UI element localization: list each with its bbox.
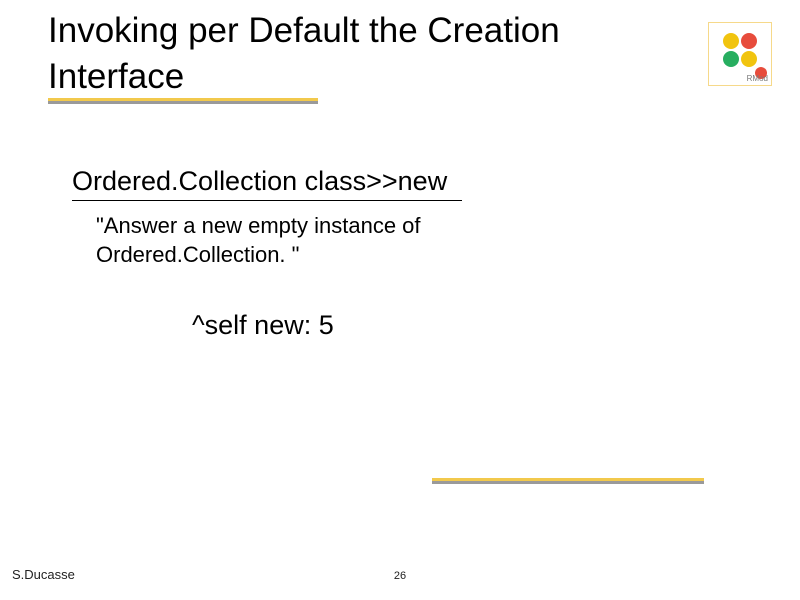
- method-comment: "Answer a new empty instance of Ordered.…: [96, 212, 536, 269]
- method-signature-underline: [72, 200, 462, 201]
- method-body-code: ^self new: 5: [192, 310, 334, 341]
- footer-author: S.Ducasse: [12, 567, 75, 582]
- title-underline: [48, 98, 318, 104]
- rmod-logo-label: RMod: [747, 74, 768, 83]
- rmod-logo: RMod: [708, 22, 772, 86]
- slide-title: Invoking per Default the Creation Interf…: [48, 8, 668, 99]
- footer-page-number: 26: [394, 570, 406, 582]
- decorative-underline: [432, 478, 704, 484]
- slide-title-block: Invoking per Default the Creation Interf…: [48, 8, 668, 99]
- method-signature: Ordered.Collection class>>new: [72, 166, 447, 197]
